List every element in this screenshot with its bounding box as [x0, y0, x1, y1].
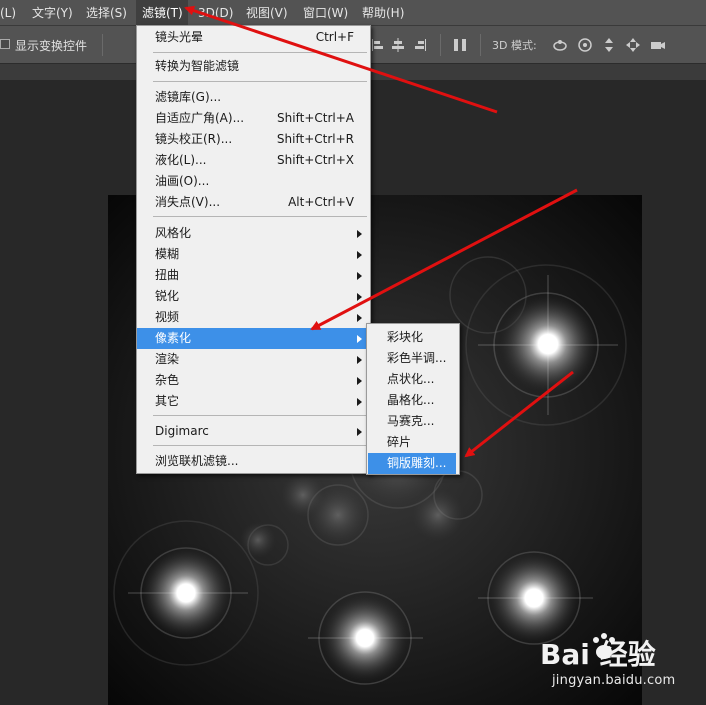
menu-item-noise[interactable]: 杂色	[137, 370, 370, 391]
menu-item-browse-online-filters[interactable]: 浏览联机滤镜...	[137, 451, 370, 472]
filter-menu: 镜头光晕 Ctrl+F 转换为智能滤镜 滤镜库(G)... 自适应广角(A)...…	[136, 25, 371, 474]
align-center-icon[interactable]	[390, 37, 406, 53]
separator	[102, 34, 103, 56]
submenu-arrow-icon	[357, 377, 362, 385]
submenu-item-facet[interactable]: 彩块化	[367, 327, 459, 348]
submenu-arrow-icon	[357, 314, 362, 322]
menu-window[interactable]: 窗口(W)	[303, 0, 348, 26]
menu-type[interactable]: 文字(Y)	[32, 0, 73, 26]
menu-select[interactable]: 选择(S)	[86, 0, 127, 26]
submenu-item-mezzotint[interactable]: 铜版雕刻...	[368, 453, 456, 474]
submenu-arrow-icon	[357, 230, 362, 238]
3d-roll-icon[interactable]	[577, 37, 593, 53]
menu-item-blur[interactable]: 模糊	[137, 244, 370, 265]
submenu-arrow-icon	[357, 398, 362, 406]
separator	[440, 34, 441, 56]
menu-item-liquify[interactable]: 液化(L)... Shift+Ctrl+X	[137, 150, 370, 171]
menu-item-adaptive-wide-angle[interactable]: 自适应广角(A)... Shift+Ctrl+A	[137, 108, 370, 129]
submenu-item-pointillize[interactable]: 点状化...	[367, 369, 459, 390]
menu-separator	[153, 415, 367, 416]
menu-separator	[153, 52, 367, 53]
distribute-icon[interactable]	[452, 37, 468, 53]
menu-item-vanishing-point[interactable]: 消失点(V)... Alt+Ctrl+V	[137, 192, 370, 213]
submenu-arrow-icon	[357, 356, 362, 364]
menu-item-render[interactable]: 渲染	[137, 349, 370, 370]
menu-type-layer[interactable]: (L)	[0, 0, 20, 26]
3d-pan-icon[interactable]	[601, 37, 617, 53]
menu-item-digimarc[interactable]: Digimarc	[137, 421, 370, 442]
submenu-item-crystallize[interactable]: 晶格化...	[367, 390, 459, 411]
submenu-arrow-icon	[357, 272, 362, 280]
menu-help[interactable]: 帮助(H)	[362, 0, 404, 26]
menu-bar: (L) 文字(Y) 选择(S) 滤镜(T) 3D(D) 视图(V) 窗口(W) …	[0, 0, 706, 26]
separator	[480, 34, 481, 56]
menu-item-lens-correction[interactable]: 镜头校正(R)... Shift+Ctrl+R	[137, 129, 370, 150]
menu-item-other[interactable]: 其它	[137, 391, 370, 412]
menu-separator	[153, 445, 367, 446]
submenu-arrow-icon	[357, 251, 362, 259]
show-transform-checkbox[interactable]	[0, 39, 10, 49]
submenu-item-mosaic[interactable]: 马赛克...	[367, 411, 459, 432]
menu-item-sharpen[interactable]: 锐化	[137, 286, 370, 307]
submenu-item-color-halftone[interactable]: 彩色半调...	[367, 348, 459, 369]
submenu-arrow-icon	[357, 335, 362, 343]
submenu-arrow-icon	[357, 428, 362, 436]
menu-item-convert-smart-filter[interactable]: 转换为智能滤镜	[137, 56, 370, 77]
watermark-url: jingyan.baidu.com	[552, 673, 676, 688]
pixelate-submenu: 彩块化 彩色半调... 点状化... 晶格化... 马赛克... 碎片 铜版雕刻…	[366, 323, 460, 475]
menu-filter[interactable]: 滤镜(T)	[136, 0, 188, 26]
menu-item-oil-paint[interactable]: 油画(O)...	[137, 171, 370, 192]
menu-item-video[interactable]: 视频	[137, 307, 370, 328]
menu-item-stylize[interactable]: 风格化	[137, 223, 370, 244]
3d-rotate-icon[interactable]	[552, 37, 568, 53]
3d-mode-label: 3D 模式:	[492, 39, 537, 52]
3d-camera-icon[interactable]	[650, 37, 666, 53]
submenu-arrow-icon	[357, 293, 362, 301]
menu-view[interactable]: 视图(V)	[246, 0, 288, 26]
menu-3d[interactable]: 3D(D)	[198, 0, 233, 26]
menu-item-lens-flare[interactable]: 镜头光晕 Ctrl+F	[137, 27, 370, 48]
align-left-icon[interactable]	[370, 37, 386, 53]
submenu-item-fragment[interactable]: 碎片	[367, 432, 459, 453]
align-right-icon[interactable]	[412, 37, 428, 53]
menu-separator	[153, 81, 367, 82]
menu-item-distort[interactable]: 扭曲	[137, 265, 370, 286]
menu-item-pixelate[interactable]: 像素化	[137, 328, 370, 349]
menu-separator	[153, 216, 367, 217]
3d-slide-icon[interactable]	[625, 37, 641, 53]
menu-item-filter-gallery[interactable]: 滤镜库(G)...	[137, 87, 370, 108]
show-transform-label: 显示变换控件	[15, 39, 88, 53]
